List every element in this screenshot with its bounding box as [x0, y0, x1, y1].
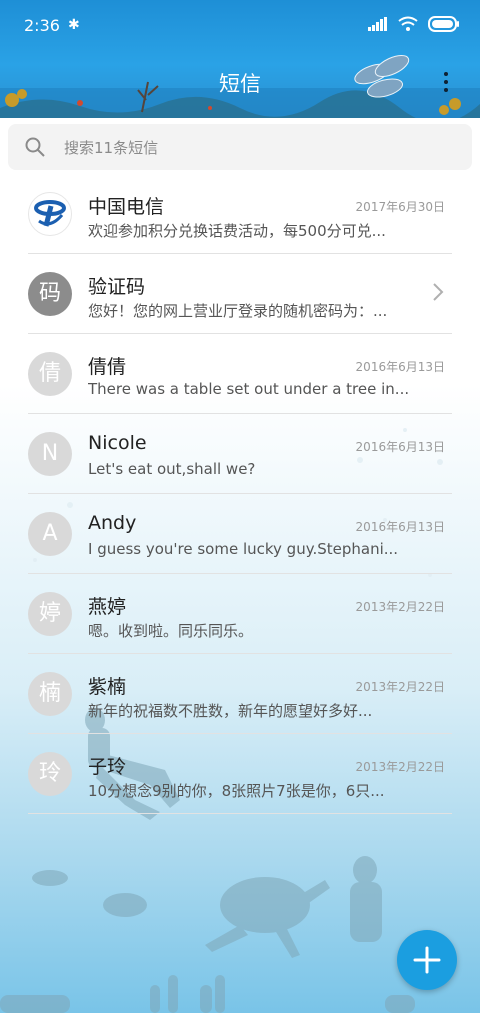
conversation-row-ziling[interactable]: 玲 子玲 2013年2月22日 10分想念9别的你，8张照片7张是你，6只... — [0, 734, 480, 814]
message-date: 2013年2月22日 — [355, 600, 445, 614]
message-snippet: 欢迎参加积分兑换话费活动，每500分可兑... — [88, 222, 386, 240]
conversation-list: 中国电信 2017年6月30日 欢迎参加积分兑换话费活动，每500分可兑... … — [0, 174, 480, 814]
wifi-icon — [398, 16, 418, 31]
message-date: 2017年6月30日 — [355, 200, 445, 214]
message-snippet: There was a table set out under a tree i… — [88, 380, 410, 398]
plus-icon — [413, 946, 441, 974]
message-date: 2013年2月22日 — [355, 680, 445, 694]
page-title: 短信 — [219, 72, 261, 96]
contact-avatar: 婷 — [28, 592, 72, 636]
status-icons — [368, 16, 460, 32]
contact-avatar: N — [28, 432, 72, 476]
message-date: 2016年6月13日 — [355, 440, 445, 454]
conversation-row-zinan[interactable]: 楠 紫楠 2013年2月22日 新年的祝福数不胜数，新年的愿望好多好... — [0, 654, 480, 734]
battery-icon — [428, 16, 459, 32]
contact-name: 中国电信 — [88, 196, 165, 218]
contact-name: Andy — [88, 512, 137, 534]
message-snippet: 10分想念9别的你，8张照片7张是你，6只... — [88, 782, 385, 800]
new-message-button[interactable] — [397, 930, 457, 990]
divider — [28, 813, 452, 814]
message-snippet: 新年的祝福数不胜数，新年的愿望好多好... — [88, 702, 373, 720]
search-icon — [25, 137, 45, 157]
telecom-logo-icon — [28, 192, 72, 236]
conversation-row-yanting[interactable]: 婷 燕婷 2013年2月22日 嗯。收到啦。同乐同乐。 — [0, 574, 480, 654]
search-bar[interactable] — [8, 124, 472, 170]
contact-avatar: 玲 — [28, 752, 72, 796]
conversation-row-verification-code[interactable]: 码 验证码 您好！您的网上营业厅登录的随机密码为：... — [0, 254, 480, 334]
signal-icon — [368, 17, 387, 31]
message-date: 2016年6月13日 — [355, 360, 445, 374]
contact-name: 紫楠 — [88, 676, 127, 698]
app-header: 2:36 ✱ 短信 — [0, 0, 480, 118]
contact-avatar: 码 — [28, 272, 72, 316]
contact-avatar: 楠 — [28, 672, 72, 716]
contact-name: 倩倩 — [88, 356, 127, 378]
message-snippet: I guess you're some lucky guy.Stephani..… — [88, 540, 399, 558]
message-snippet: 嗯。收到啦。同乐同乐。 — [88, 622, 254, 640]
conversation-row-telecom[interactable]: 中国电信 2017年6月30日 欢迎参加积分兑换话费活动，每500分可兑... — [0, 174, 480, 254]
status-time: 2:36 — [24, 16, 60, 35]
contact-name: Nicole — [88, 432, 147, 454]
more-vert-icon[interactable] — [444, 72, 450, 96]
contact-name: 燕婷 — [88, 596, 127, 618]
message-date: 2013年2月22日 — [355, 760, 445, 774]
conversation-row-andy[interactable]: A Andy 2016年6月13日 I guess you're some lu… — [0, 494, 480, 574]
message-date: 2016年6月13日 — [355, 520, 445, 534]
conversation-row-qianqian[interactable]: 倩 倩倩 2016年6月13日 There was a table set ou… — [0, 334, 480, 414]
contact-name: 子玲 — [88, 756, 127, 778]
status-bar: 2:36 ✱ — [24, 14, 460, 40]
conversation-row-nicole[interactable]: N Nicole 2016年6月13日 Let's eat out,shall … — [0, 414, 480, 494]
message-snippet: 您好！您的网上营业厅登录的随机密码为：... — [88, 302, 388, 320]
contact-avatar: 倩 — [28, 352, 72, 396]
contact-avatar: A — [28, 512, 72, 556]
search-input[interactable] — [62, 134, 446, 162]
chevron-right-icon[interactable] — [432, 282, 444, 302]
message-snippet: Let's eat out,shall we? — [88, 460, 256, 478]
contact-name: 验证码 — [88, 276, 146, 298]
bluetooth-icon: ✱ — [68, 17, 80, 33]
